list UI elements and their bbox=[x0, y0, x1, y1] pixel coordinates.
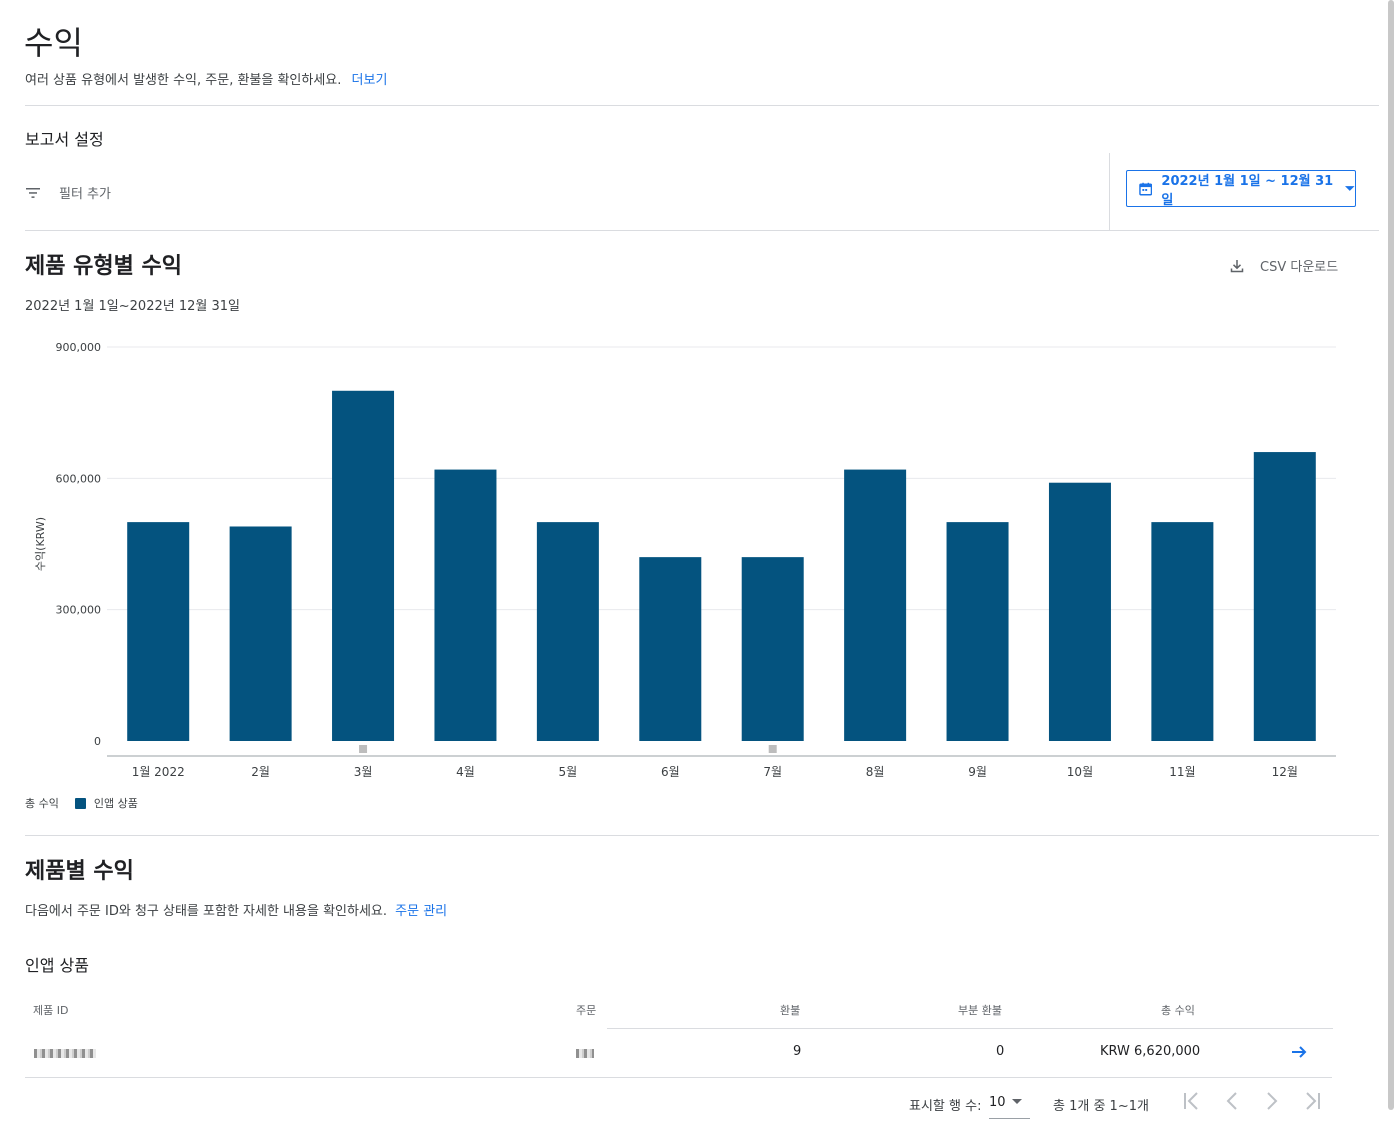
product-id-redacted bbox=[34, 1047, 96, 1062]
rows-per-page-label: 표시할 행 수: bbox=[909, 1099, 982, 1114]
bar-1 bbox=[127, 522, 190, 741]
partial-refunds-value: 0 bbox=[996, 1044, 1005, 1059]
more-link[interactable]: 더보기 bbox=[352, 73, 388, 88]
table-header-divider bbox=[607, 1028, 1333, 1029]
revenue-bar-chart: 0 300,000 600,000 900,000 수익(KRW) 1월 2022 2월 3월… bbox=[34, 341, 1336, 779]
bar-4 bbox=[434, 469, 497, 741]
divider bbox=[25, 105, 1379, 106]
x-tick-label: 11월 bbox=[1169, 765, 1195, 779]
arrow-right-icon[interactable] bbox=[1290, 1043, 1308, 1061]
x-tick-label: 7월 bbox=[763, 765, 782, 779]
x-tick-label: 9월 bbox=[968, 765, 987, 779]
date-range-label: 2022년 1월 1일 ~ 12월 31일 bbox=[1161, 173, 1334, 208]
orders-redacted bbox=[576, 1047, 594, 1062]
bar-12 bbox=[1253, 452, 1316, 741]
bar-10 bbox=[1048, 482, 1111, 741]
rows-per-page-select[interactable]: 10 bbox=[989, 1092, 1030, 1119]
filter-icon bbox=[26, 187, 40, 198]
first-page-icon[interactable] bbox=[1183, 1091, 1201, 1111]
column-header-orders[interactable]: 주문 bbox=[576, 1002, 596, 1018]
refunds-value: 9 bbox=[793, 1044, 802, 1059]
filter-label: 필터 추가 bbox=[59, 187, 111, 202]
legend-total-label: 총 수익 bbox=[25, 797, 59, 810]
column-header-refunds[interactable]: 환불 bbox=[780, 1002, 800, 1018]
page-title: 수익 bbox=[24, 24, 83, 62]
add-filter-button[interactable]: 필터 추가 bbox=[25, 183, 111, 202]
pagination-range: 총 1개 중 1~1개 bbox=[1053, 1099, 1149, 1114]
description-text: 여러 상품 유형에서 발생한 수익, 주문, 환불을 확인하세요. bbox=[25, 73, 342, 88]
csv-download-button[interactable]: CSV 다운로드 bbox=[1230, 256, 1338, 275]
product-section-title: 제품별 수익 bbox=[25, 859, 134, 884]
chart-legend: 총 수익 인앱 상품 bbox=[25, 795, 138, 811]
bar-8 bbox=[844, 469, 907, 741]
annotation-marker bbox=[359, 745, 368, 753]
bar-9 bbox=[946, 522, 1009, 741]
page-description: 여러 상품 유형에서 발생한 수익, 주문, 환불을 확인하세요. 더보기 bbox=[25, 69, 387, 88]
table-bottom-divider bbox=[25, 1077, 1332, 1078]
column-header-partial-refunds[interactable]: 부분 환불 bbox=[958, 1002, 1002, 1018]
calendar-icon bbox=[1139, 182, 1153, 195]
legend-swatch bbox=[74, 797, 86, 809]
legend-series-label: 인앱 상품 bbox=[93, 797, 138, 810]
last-page-icon[interactable] bbox=[1303, 1091, 1321, 1111]
column-header-product-id[interactable]: 제품 ID bbox=[33, 1002, 68, 1018]
chart-title: 제품 유형별 수익 bbox=[25, 254, 182, 279]
csv-label: CSV 다운로드 bbox=[1260, 260, 1339, 275]
rows-per-page-value: 10 bbox=[989, 1095, 1006, 1110]
x-tick-label: 6월 bbox=[661, 765, 680, 779]
y-axis-label: 수익(KRW) bbox=[34, 517, 47, 571]
bar-7 bbox=[741, 557, 804, 741]
manage-orders-link[interactable]: 주문 관리 bbox=[395, 904, 447, 919]
x-tick-label: 4월 bbox=[456, 765, 475, 779]
product-section-description: 다음에서 주문 ID와 청구 상태를 포함한 자세한 내용을 확인하세요. 주문… bbox=[25, 900, 447, 919]
total-revenue-value: KRW 6,620,000 bbox=[1100, 1044, 1201, 1059]
y-tick-label: 0 bbox=[94, 735, 101, 748]
caret-down-icon bbox=[1011, 1099, 1022, 1104]
x-tick-label: 8월 bbox=[866, 765, 885, 779]
column-header-total-revenue[interactable]: 총 수익 bbox=[1161, 1002, 1195, 1018]
inapp-subsection-title: 인앱 상품 bbox=[25, 956, 89, 975]
x-tick-label: 1월 2022 bbox=[132, 765, 185, 779]
x-tick-label: 10월 bbox=[1067, 765, 1093, 779]
x-tick-label: 5월 bbox=[559, 765, 578, 779]
next-page-icon[interactable] bbox=[1265, 1091, 1279, 1111]
x-tick-label: 3월 bbox=[354, 765, 373, 779]
bar-6 bbox=[639, 557, 702, 741]
bar-5 bbox=[536, 522, 599, 741]
annotation-marker bbox=[768, 745, 777, 753]
x-tick-label: 12월 bbox=[1272, 765, 1298, 779]
caret-down-icon bbox=[1345, 185, 1355, 191]
divider bbox=[25, 835, 1379, 836]
previous-page-icon[interactable] bbox=[1225, 1091, 1239, 1111]
bar-11 bbox=[1151, 522, 1214, 741]
bar-3 bbox=[332, 390, 395, 741]
download-icon bbox=[1230, 259, 1244, 272]
y-tick-label: 900,000 bbox=[56, 341, 102, 354]
product-description-text: 다음에서 주문 ID와 청구 상태를 포함한 자세한 내용을 확인하세요. bbox=[25, 904, 387, 919]
date-range-button[interactable]: 2022년 1월 1일 ~ 12월 31일 bbox=[1126, 170, 1356, 208]
chart-date-range: 2022년 1월 1일~2022년 12월 31일 bbox=[25, 299, 240, 314]
vertical-divider bbox=[1109, 153, 1110, 230]
y-tick-label: 600,000 bbox=[56, 472, 102, 485]
divider bbox=[25, 230, 1379, 231]
y-tick-label: 300,000 bbox=[56, 604, 102, 617]
bar-2 bbox=[229, 526, 292, 741]
report-settings-label: 보고서 설정 bbox=[25, 130, 104, 149]
x-tick-label: 2월 bbox=[251, 765, 270, 779]
